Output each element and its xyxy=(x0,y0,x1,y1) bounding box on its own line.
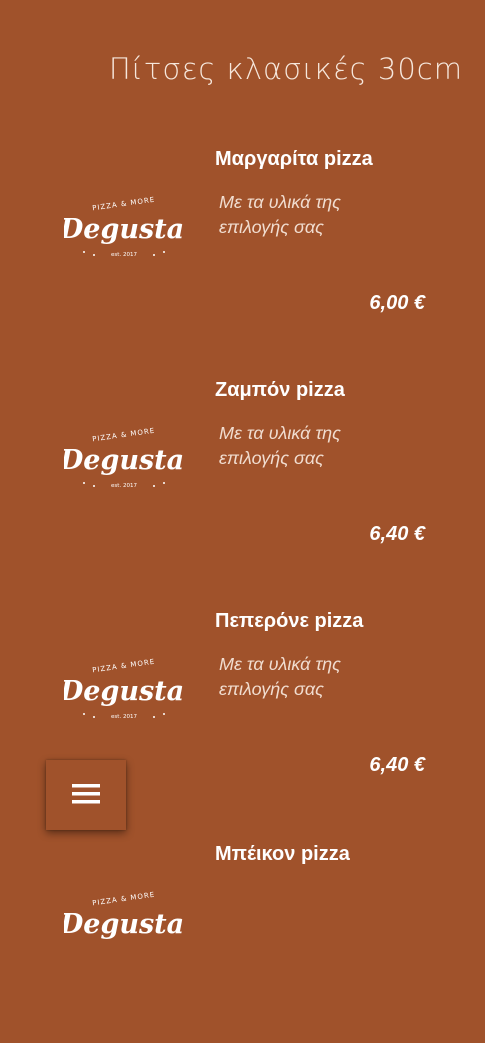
menu-item: PIZZA & MORE Degusta est. 2017 Ζαμπόν pi… xyxy=(0,379,485,579)
svg-text:est. 2017: est. 2017 xyxy=(111,483,137,489)
menu-item-name: Μαργαρίτα pizza xyxy=(215,148,373,170)
svg-text:est. 2017: est. 2017 xyxy=(111,252,137,258)
svg-text:PIZZA & MORE: PIZZA & MORE xyxy=(92,196,156,213)
menu-item-name: Μπέικον pizza xyxy=(215,843,350,865)
menu-item-price: 6,00 € xyxy=(369,292,425,314)
menu-item-description: Με τα υλικά της επιλογής σας xyxy=(219,654,341,699)
svg-text:Degusta: Degusta xyxy=(64,445,184,476)
svg-text:est. 2017: est. 2017 xyxy=(111,714,137,720)
svg-text:PIZZA & MORE: PIZZA & MORE xyxy=(92,891,156,908)
menu-toggle-button[interactable] xyxy=(46,760,126,830)
svg-text:Degusta: Degusta xyxy=(64,214,184,245)
svg-text:Degusta: Degusta xyxy=(64,676,184,707)
menu-item-description: Με τα υλικά της επιλογής σας xyxy=(219,423,341,468)
degusta-logo-icon: PIZZA & MORE Degusta est. 2017 xyxy=(64,658,184,720)
hamburger-menu-icon xyxy=(72,784,100,804)
svg-text:Degusta: Degusta xyxy=(64,909,184,940)
menu-item: PIZZA & MORE Degusta Μπέικον pizza xyxy=(0,843,485,1043)
degusta-logo-icon: PIZZA & MORE Degusta est. 2017 xyxy=(64,196,184,258)
menu-item-price: 6,40 € xyxy=(369,754,425,776)
svg-text:PIZZA & MORE: PIZZA & MORE xyxy=(92,427,156,444)
page-title: Πίτσες κλασικές 30cm xyxy=(108,52,463,86)
menu-item: PIZZA & MORE Degusta est. 2017 Μαργαρίτα… xyxy=(0,148,485,348)
menu-item-price: 6,40 € xyxy=(369,523,425,545)
menu-item-name: Πεπερόνε pizza xyxy=(215,610,364,632)
menu-item-name: Ζαμπόν pizza xyxy=(215,379,345,401)
svg-text:PIZZA & MORE: PIZZA & MORE xyxy=(92,658,156,675)
degusta-logo-icon: PIZZA & MORE Degusta est. 2017 xyxy=(64,427,184,489)
menu-item-description: Με τα υλικά της επιλογής σας xyxy=(219,192,341,237)
degusta-logo-icon: PIZZA & MORE Degusta xyxy=(64,891,184,940)
